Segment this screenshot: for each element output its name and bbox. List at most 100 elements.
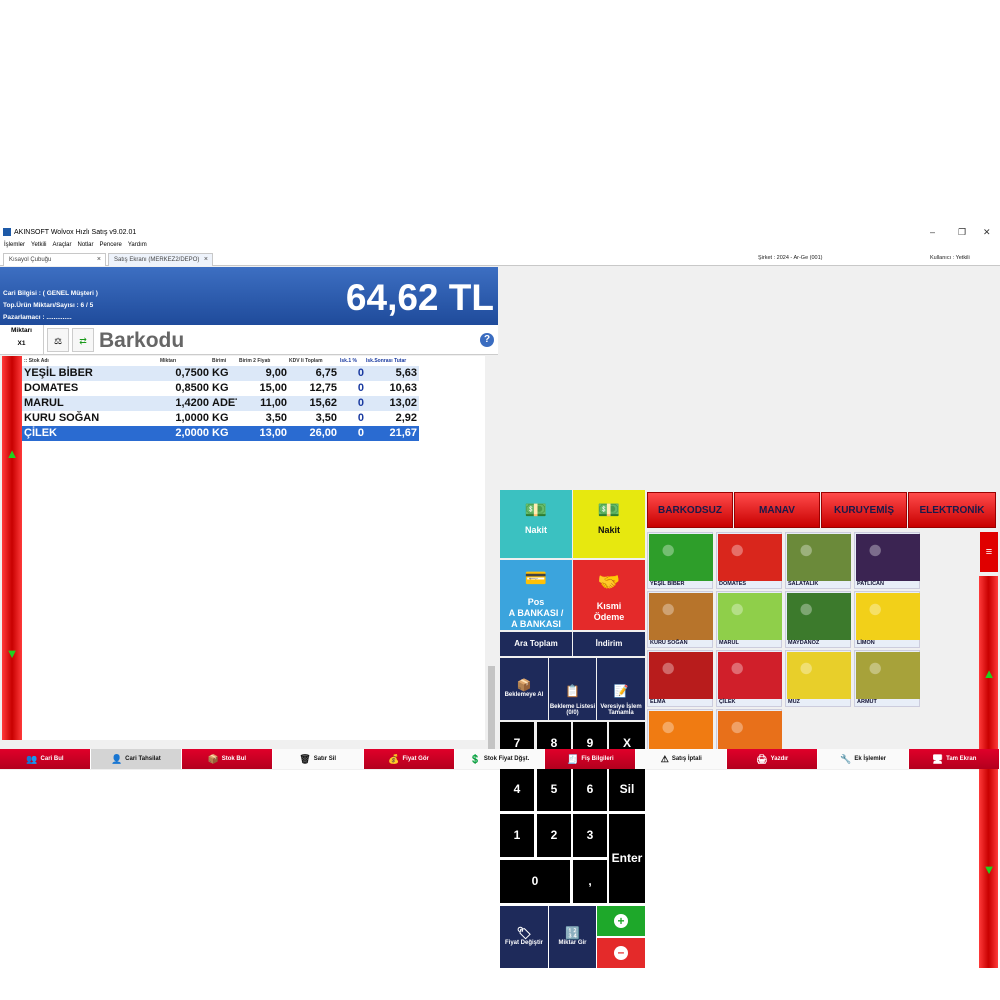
- cash-button-2[interactable]: 💵 Nakit: [573, 490, 645, 558]
- discount-button[interactable]: İndirim: [573, 632, 645, 656]
- product-tile[interactable]: KURU SOĞAN: [647, 591, 713, 648]
- cash-icon: 💵: [597, 500, 621, 520]
- key-5[interactable]: 5: [537, 768, 571, 811]
- qty-enter-button[interactable]: 🔢 Miktar Gir: [549, 906, 596, 968]
- tab-shortcut-bar[interactable]: Kısayol Çubuğu ×: [3, 253, 106, 266]
- barcode-input[interactable]: Barkodu: [99, 329, 184, 353]
- table-row[interactable]: KURU SOĞAN 1,0000 KG 3,50 3,50 0 2,92: [22, 411, 419, 426]
- scale-icon[interactable]: ⚖: [47, 328, 69, 352]
- hold-button[interactable]: 📦 Beklemeye Al: [500, 658, 548, 720]
- col-unit[interactable]: Birimi: [212, 358, 237, 364]
- key-4[interactable]: 4: [500, 768, 534, 811]
- credit-complete-button[interactable]: 📝 Veresiye İşlem Tamamla: [597, 658, 645, 720]
- table-row[interactable]: DOMATES 0,8500 KG 15,00 12,75 0 10,63: [22, 381, 419, 396]
- cell-discount: 0: [357, 367, 364, 379]
- product-tile[interactable]: DOMATES: [716, 532, 782, 589]
- delete-row-button[interactable]: 🗑 Satır Sil: [272, 749, 364, 769]
- help-icon[interactable]: ?: [480, 333, 494, 347]
- scroll-down-icon[interactable]: ▼: [982, 862, 996, 877]
- menu-notlar[interactable]: Notlar: [78, 242, 94, 251]
- key-enter[interactable]: Enter: [609, 814, 645, 903]
- cancel-sale-button[interactable]: ⚠ Satış İptali: [636, 749, 728, 769]
- pos-button[interactable]: 💳 Pos A BANKASI / A BANKASI: [500, 560, 572, 630]
- cash-button-1[interactable]: 💵 Nakit: [500, 490, 572, 558]
- tab-close-icon[interactable]: ×: [204, 256, 208, 263]
- find-stock-button[interactable]: 📦 Stok Bul: [181, 749, 273, 769]
- table-row[interactable]: ÇİLEK 2,0000 KG 13,00 26,00 0 21,67: [22, 426, 419, 441]
- extra-actions-button[interactable]: 🔧 Ek İşlemler: [818, 749, 910, 769]
- product-tile[interactable]: LİMON: [854, 591, 920, 648]
- price-tag-icon: 🏷: [516, 926, 532, 940]
- table-scrollbar[interactable]: [485, 356, 498, 766]
- col-net-amount[interactable]: İsk.Sonrası Tutar: [366, 358, 420, 364]
- remove-button[interactable]: –: [597, 938, 645, 968]
- product-tile[interactable]: MUZ: [785, 650, 851, 707]
- left-scroller[interactable]: ▲ ▼: [2, 356, 22, 740]
- category-kuruyemis[interactable]: KURUYEMİŞ: [821, 492, 907, 528]
- full-screen-button[interactable]: 🖥 Tam Ekran: [909, 749, 1000, 769]
- hold-list-button[interactable]: 📋 Bekleme Listesi (0/0): [549, 658, 596, 720]
- close-button[interactable]: ✕: [983, 227, 991, 238]
- table-hscrollbar[interactable]: [22, 740, 485, 748]
- col-vat-total[interactable]: KDV li Toplam: [289, 358, 337, 364]
- product-tile[interactable]: SALATALIK: [785, 532, 851, 589]
- find-customer-button[interactable]: 👥 Cari Bul: [0, 749, 91, 769]
- refresh-icon[interactable]: ⇄: [72, 328, 94, 352]
- key-2[interactable]: 2: [537, 814, 571, 857]
- col-unit-price[interactable]: Birim 2 Fiyatı: [239, 358, 287, 364]
- menu-pencere[interactable]: Pencere: [100, 242, 122, 251]
- price-change-button[interactable]: 🏷 Fiyat Değiştir: [500, 906, 548, 968]
- product-tile[interactable]: ELMA: [647, 650, 713, 707]
- table-row[interactable]: YEŞİL BİBER 0,7500 KG 9,00 6,75 0 5,63: [22, 366, 419, 381]
- key-delete[interactable]: Sil: [609, 768, 645, 811]
- menu-yetkili[interactable]: Yetkili: [31, 242, 46, 251]
- product-tile[interactable]: ARMUT: [854, 650, 920, 707]
- product-image: [856, 593, 920, 640]
- receipt-info-button[interactable]: 🧾 Fiş Bilgileri: [545, 749, 637, 769]
- see-price-button[interactable]: 💰 Fiyat Gör: [363, 749, 455, 769]
- col-stock-name[interactable]: :: Stok Adı: [24, 358, 158, 364]
- product-tile[interactable]: YEŞİL BİBER: [647, 532, 713, 589]
- right-scroller[interactable]: ▲ ▼: [979, 576, 998, 968]
- product-tile[interactable]: PATLICAN: [854, 532, 920, 589]
- tab-sales-screen[interactable]: Satış Ekranı (MERKEZ2/DEPO) ×: [108, 253, 213, 266]
- menu-yardim[interactable]: Yardım: [128, 242, 147, 251]
- subtotal-button[interactable]: Ara Toplam: [500, 632, 572, 656]
- hamburger-menu-icon[interactable]: ≡: [980, 532, 998, 572]
- col-quantity[interactable]: Miktarı: [160, 358, 209, 364]
- cell-net-amount: 21,67: [389, 427, 417, 439]
- product-tile[interactable]: ÇİLEK: [716, 650, 782, 707]
- sale-total: 64,62 TL: [345, 277, 494, 318]
- scroll-up-icon[interactable]: ▲: [982, 666, 996, 681]
- partial-payment-button[interactable]: 🤝 Kısmi Ödeme: [573, 560, 645, 630]
- col-discount[interactable]: İsk.1 %: [340, 358, 364, 364]
- tab-close-icon[interactable]: ×: [97, 256, 101, 263]
- scroll-thumb[interactable]: [488, 666, 495, 761]
- key-3[interactable]: 3: [573, 814, 607, 857]
- print-button[interactable]: 🖨 Yazdır: [727, 749, 819, 769]
- product-tile[interactable]: MARUL: [716, 591, 782, 648]
- cell-vat-total: 3,50: [315, 412, 337, 424]
- category-elektronik[interactable]: ELEKTRONİK: [908, 492, 996, 528]
- table-row[interactable]: MARUL 1,4200ADET 11,00 15,62 0 13,02: [22, 396, 419, 411]
- minus-icon: –: [614, 946, 628, 960]
- key-6[interactable]: 6: [573, 768, 607, 811]
- minimize-button[interactable]: –: [930, 227, 935, 237]
- quantity-box[interactable]: Miktarı X1: [0, 325, 44, 355]
- key-0[interactable]: 0: [500, 860, 570, 903]
- key-comma[interactable]: ,: [573, 860, 607, 903]
- scroll-down-icon[interactable]: ▼: [5, 646, 19, 661]
- stock-price-change-button[interactable]: 💲 Stok Fiyat Dğşt.: [454, 749, 546, 769]
- key-1[interactable]: 1: [500, 814, 534, 857]
- category-barkodsuz[interactable]: BARKODSUZ: [647, 492, 733, 528]
- category-manav[interactable]: MANAV: [734, 492, 820, 528]
- add-button[interactable]: +: [597, 906, 645, 936]
- customer-collection-button[interactable]: 👤 Cari Tahsilat: [90, 749, 182, 769]
- product-name: ÇİLEK: [719, 699, 736, 705]
- product-tile[interactable]: MAYDANOZ: [785, 591, 851, 648]
- menu-islemler[interactable]: İşlemler: [4, 242, 25, 251]
- maximize-button[interactable]: ❐: [958, 227, 966, 238]
- cell-unit: KG: [212, 427, 229, 439]
- menu-araclar[interactable]: Araçlar: [52, 242, 71, 251]
- scroll-up-icon[interactable]: ▲: [5, 446, 19, 461]
